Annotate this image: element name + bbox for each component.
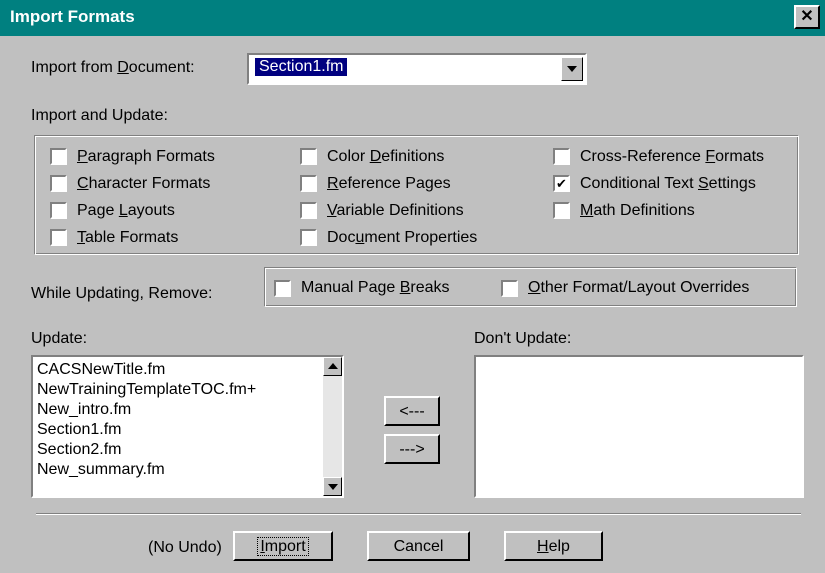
- checkbox-icon: [300, 148, 317, 165]
- no-undo-label: (No Undo): [148, 539, 222, 556]
- window-title: Import Formats: [10, 7, 135, 26]
- list-item[interactable]: Section1.fm: [33, 420, 342, 440]
- remove-label: While Updating, Remove:: [31, 285, 213, 302]
- close-icon: ✕: [800, 8, 814, 25]
- import-checkbox[interactable]: Variable Definitions: [300, 197, 477, 224]
- close-button[interactable]: ✕: [794, 5, 820, 29]
- dont-update-list[interactable]: [474, 355, 804, 498]
- checkbox-icon: [300, 202, 317, 219]
- checkbox-icon: [300, 229, 317, 246]
- checkbox-icon: [274, 279, 291, 297]
- import-button[interactable]: Import: [233, 531, 333, 561]
- import-col-1: Paragraph Formats Character Formats Page L…: [50, 143, 215, 251]
- update-label: Update:: [31, 330, 88, 347]
- import-checkbox[interactable]: Math Definitions: [553, 197, 764, 224]
- import-col-2: Color Definitions Reference Pages Variable…: [300, 143, 477, 251]
- import-checkbox[interactable]: Color Definitions: [300, 143, 477, 170]
- move-left-button[interactable]: <---: [384, 396, 440, 426]
- checkbox-icon: [300, 175, 317, 192]
- checkbox-icon: [50, 202, 67, 219]
- dont-update-label: Don't Update:: [474, 330, 572, 347]
- list-item[interactable]: NewTrainingTemplateTOC.fm+: [33, 380, 342, 400]
- import-from-label: Import from Document:: [31, 59, 195, 76]
- import-checkbox[interactable]: ✔ Conditional Text Settings: [553, 170, 764, 197]
- import-checkbox[interactable]: Character Formats: [50, 170, 215, 197]
- other-overrides-checkbox[interactable]: Other Format/Layout Overrides: [501, 279, 749, 297]
- import-checkbox[interactable]: Document Properties: [300, 224, 477, 251]
- arrow-up-icon: [328, 363, 338, 369]
- update-scrollbar[interactable]: [323, 357, 342, 496]
- import-checkbox[interactable]: Reference Pages: [300, 170, 477, 197]
- import-from-select[interactable]: Section1.fm: [247, 53, 587, 85]
- list-item[interactable]: New_summary.fm: [33, 460, 342, 480]
- import-from-value: Section1.fm: [253, 57, 349, 77]
- import-checkbox[interactable]: Paragraph Formats: [50, 143, 215, 170]
- cancel-button[interactable]: Cancel: [367, 531, 470, 561]
- list-item[interactable]: CACSNewTitle.fm: [33, 360, 342, 380]
- separator: [36, 513, 801, 515]
- checkbox-icon: [50, 148, 67, 165]
- checkbox-icon: [553, 202, 570, 219]
- chevron-down-icon: [567, 66, 577, 72]
- list-item[interactable]: New_intro.fm: [33, 400, 342, 420]
- list-item[interactable]: Section2.fm: [33, 440, 342, 460]
- checkbox-icon: [50, 175, 67, 192]
- checkbox-icon: ✔: [553, 175, 570, 192]
- import-col-3: Cross-Reference Formats ✔ Conditional Text…: [553, 143, 764, 224]
- help-button[interactable]: Help: [504, 531, 603, 561]
- scroll-down-button[interactable]: [323, 477, 342, 496]
- checkbox-icon: [501, 279, 518, 297]
- import-checkbox[interactable]: Page Layouts: [50, 197, 215, 224]
- checkbox-icon: [50, 229, 67, 246]
- checkbox-icon: [553, 148, 570, 165]
- import-checkbox[interactable]: Table Formats: [50, 224, 215, 251]
- scroll-up-button[interactable]: [323, 357, 342, 376]
- manual-page-breaks-checkbox[interactable]: Manual Page Breaks: [274, 279, 450, 297]
- update-list[interactable]: CACSNewTitle.fm NewTrainingTemplateTOC.fm…: [31, 355, 344, 498]
- import-update-heading: Import and Update:: [31, 107, 168, 124]
- import-checkbox[interactable]: Cross-Reference Formats: [553, 143, 764, 170]
- move-right-button[interactable]: --->: [384, 434, 440, 464]
- dropdown-button[interactable]: [561, 57, 583, 81]
- arrow-down-icon: [328, 484, 338, 490]
